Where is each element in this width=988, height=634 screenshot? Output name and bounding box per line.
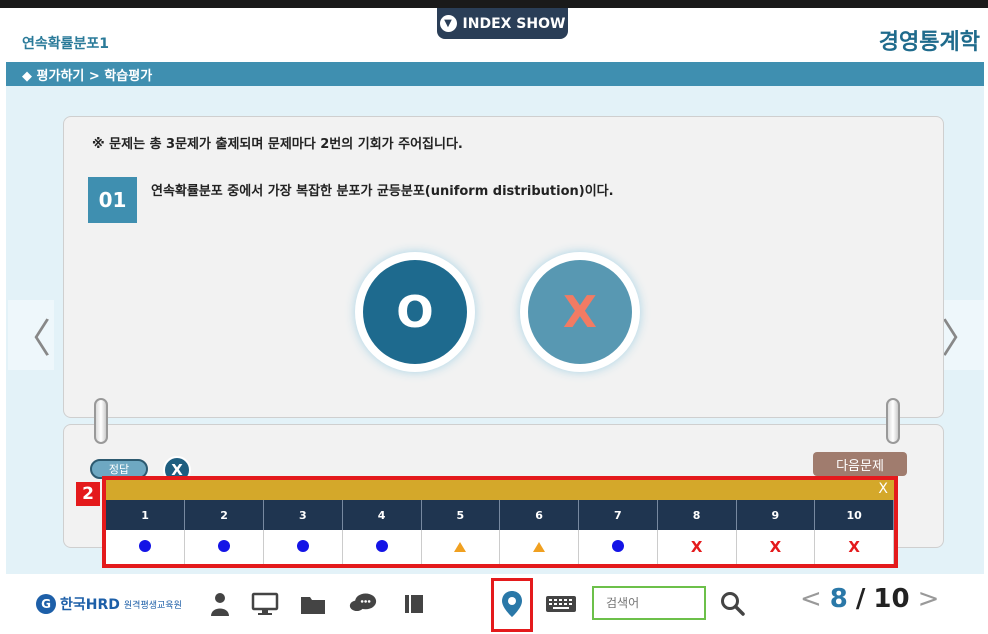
callout-badge-2: 2 [76,482,100,506]
results-status-cell: X [814,530,894,564]
book-icon[interactable] [400,590,428,618]
question-text: 연속확률분포 중에서 가장 복잡한 분포가 균등분포(uniform distr… [151,184,614,199]
logo-sub-text: 원격평생교육원 [123,600,182,611]
next-page-arrow[interactable]: 〉 [938,300,984,370]
breadcrumb-text: ◆ 평가하기 > 학습평가 [22,68,153,84]
question-card [63,116,944,418]
logo: G 한국HRD 원격평생교육원 [36,594,182,614]
results-header-row: 1 2 3 4 5 6 7 8 9 10 [106,500,894,530]
chevron-down-icon: ▼ [439,15,457,32]
answer-o-button[interactable]: O [355,252,475,372]
monitor-icon[interactable] [251,590,279,618]
keyboard-icon[interactable] [545,590,577,618]
binder-ring-icon [886,398,900,444]
prev-page-button[interactable]: < [800,584,822,614]
partial-triangle-icon [454,542,467,552]
close-icon[interactable]: X [878,481,888,497]
wrong-x-icon: X [848,538,860,556]
results-status-cell: X [657,530,737,564]
results-col-header[interactable]: 9 [736,500,816,530]
answer-o-label: O [363,260,467,364]
chevron-left-icon: 〈 [11,316,51,362]
page-indicator: < 8 / 10 > [800,584,939,614]
results-col-header[interactable]: 8 [657,500,737,530]
results-table: 1 2 3 4 5 6 7 8 9 10 X X X [106,500,894,564]
results-col-header[interactable]: 6 [499,500,579,530]
results-panel-header: X [106,480,894,500]
chat-icon[interactable] [349,590,377,618]
location-pin-icon[interactable] [498,590,526,618]
results-col-header[interactable]: 1 [106,500,186,530]
results-col-header[interactable]: 2 [184,500,264,530]
next-question-button[interactable]: 다음문제 [813,452,907,476]
person-icon[interactable] [206,590,234,618]
index-show-button[interactable]: ▼ INDEX SHOW [437,8,568,39]
folder-icon[interactable] [299,590,327,618]
chevron-right-icon: 〉 [941,316,981,362]
answer-x-label: X [528,260,632,364]
binder-ring-icon [94,398,108,444]
wrong-x-icon: X [690,538,703,556]
correct-circle-icon [218,540,231,552]
correct-circle-icon [296,540,309,552]
results-status-row: XXX [106,530,894,564]
results-status-cell [184,530,264,564]
results-col-header[interactable]: 3 [263,500,343,530]
total-pages: 10 [873,584,910,614]
results-panel: X 1 2 3 4 5 6 7 8 9 10 X X X [102,476,898,568]
search-input[interactable] [592,586,706,620]
results-status-cell [342,530,422,564]
search-icon[interactable] [719,590,747,618]
logo-icon: G [36,594,56,614]
correct-circle-icon [375,540,388,552]
results-col-header[interactable]: 7 [578,500,658,530]
next-page-button[interactable]: > [918,584,940,614]
results-status-cell [106,530,186,564]
question-number: 01 [88,177,137,223]
results-col-header[interactable]: 5 [421,500,501,530]
results-status-cell [263,530,343,564]
logo-main-text: 한국HRD [60,597,120,613]
results-status-cell [578,530,658,564]
quiz-notice: ※ 문제는 총 3문제가 출제되며 문제마다 2번의 기회가 주어집니다. [92,137,463,152]
results-status-cell [421,530,501,564]
results-col-header[interactable]: 4 [342,500,422,530]
partial-triangle-icon [533,542,546,552]
correct-circle-icon [611,540,624,552]
prev-page-arrow[interactable]: 〈 [8,300,54,370]
wrong-x-icon: X [769,538,782,556]
page-separator: / [855,584,866,614]
correct-circle-icon [139,540,152,552]
window-frame-top [0,0,988,8]
breadcrumb: ◆ 평가하기 > 학습평가 [6,62,984,86]
current-page: 8 [829,584,848,614]
results-col-header: 10 [814,500,894,530]
index-show-label: INDEX SHOW [462,15,566,32]
course-title: 연속확률분포1 [22,36,110,52]
subject-title: 경영통계학 [878,30,980,55]
results-status-cell [499,530,579,564]
results-status-cell: X [736,530,816,564]
answer-x-button[interactable]: X [520,252,640,372]
